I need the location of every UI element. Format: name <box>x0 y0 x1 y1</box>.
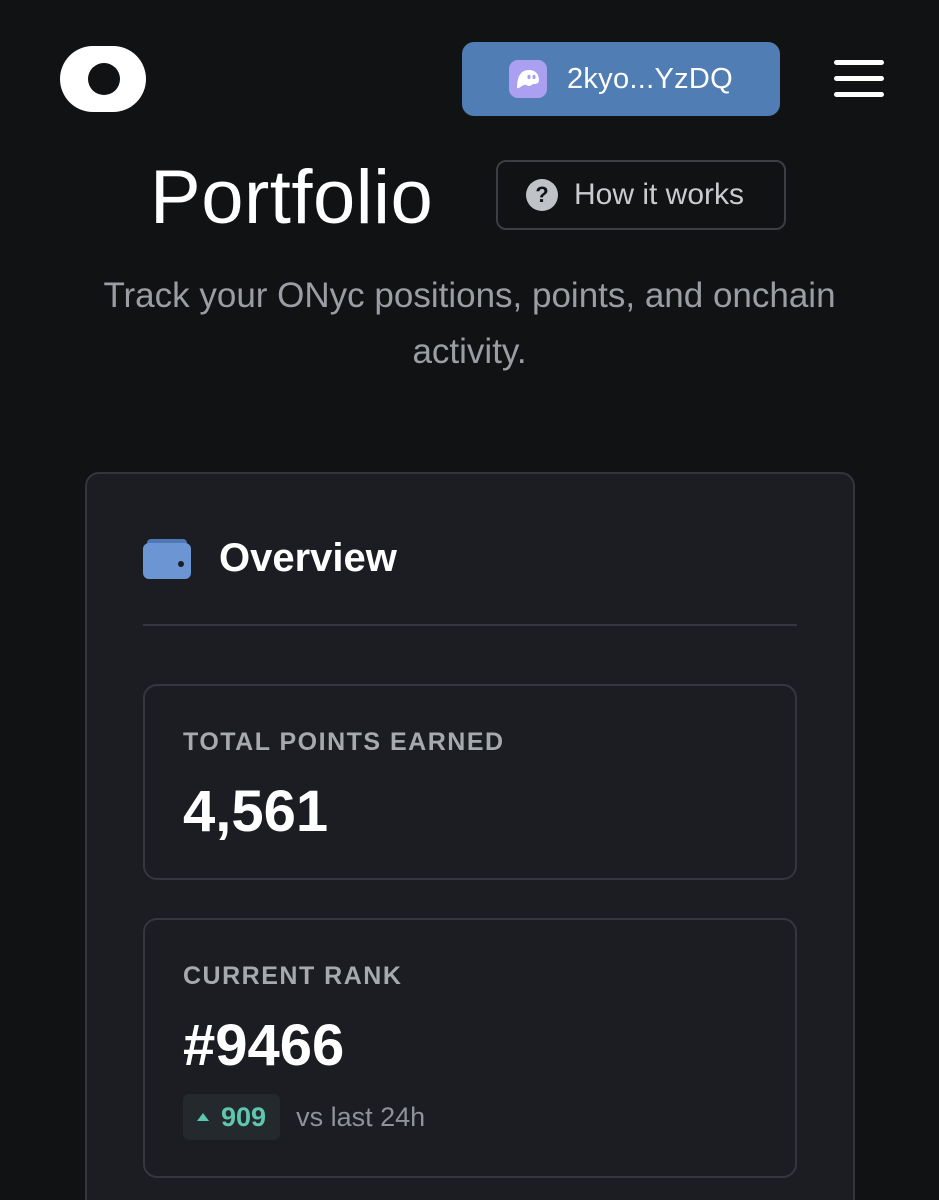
total-points-label: TOTAL POINTS EARNED <box>183 728 505 756</box>
portfolio-page: 2kyo...YzDQ Portfolio ? How it works Tra… <box>0 0 939 1200</box>
page-title: Portfolio <box>150 155 434 240</box>
rank-change-value: 909 <box>221 1101 267 1132</box>
wallet-button[interactable]: 2kyo...YzDQ <box>462 42 780 116</box>
current-rank-card: CURRENT RANK #9466 909 vs last 24h <box>143 918 797 1178</box>
phantom-ghost-icon <box>508 60 547 98</box>
menu-line <box>834 60 884 65</box>
arrow-up-icon <box>197 1113 209 1121</box>
question-circle-icon: ? <box>526 179 558 211</box>
rank-change: 909 vs last 24h <box>183 1094 425 1140</box>
wallet-address: 2kyo...YzDQ <box>566 62 734 95</box>
app-logo-icon[interactable] <box>60 46 146 112</box>
menu-line <box>834 92 884 97</box>
current-rank-label: CURRENT RANK <box>183 962 403 990</box>
divider <box>143 624 797 626</box>
current-rank-value: #9466 <box>183 1013 345 1078</box>
phantom-ghost-shape <box>516 70 539 89</box>
hamburger-menu-icon[interactable] <box>834 60 886 98</box>
overview-card: Overview TOTAL POINTS EARNED 4,561 CURRE… <box>85 472 855 1200</box>
overview-title: Overview <box>219 536 397 580</box>
how-it-works-label: How it works <box>574 178 745 211</box>
wallet-body <box>143 542 191 579</box>
how-it-works-button[interactable]: ? How it works <box>496 160 786 230</box>
wallet-clasp <box>178 560 184 567</box>
total-points-value: 4,561 <box>183 779 329 844</box>
wallet-icon <box>143 538 191 579</box>
rank-change-badge: 909 <box>183 1094 281 1140</box>
page-subtitle: Track your ONyc positions, points, and o… <box>103 276 836 371</box>
total-points-card: TOTAL POINTS EARNED 4,561 <box>143 684 797 880</box>
logo-hole <box>88 63 120 95</box>
menu-line <box>834 76 884 81</box>
overview-header: Overview <box>143 536 397 581</box>
rank-change-suffix: vs last 24h <box>296 1101 426 1132</box>
